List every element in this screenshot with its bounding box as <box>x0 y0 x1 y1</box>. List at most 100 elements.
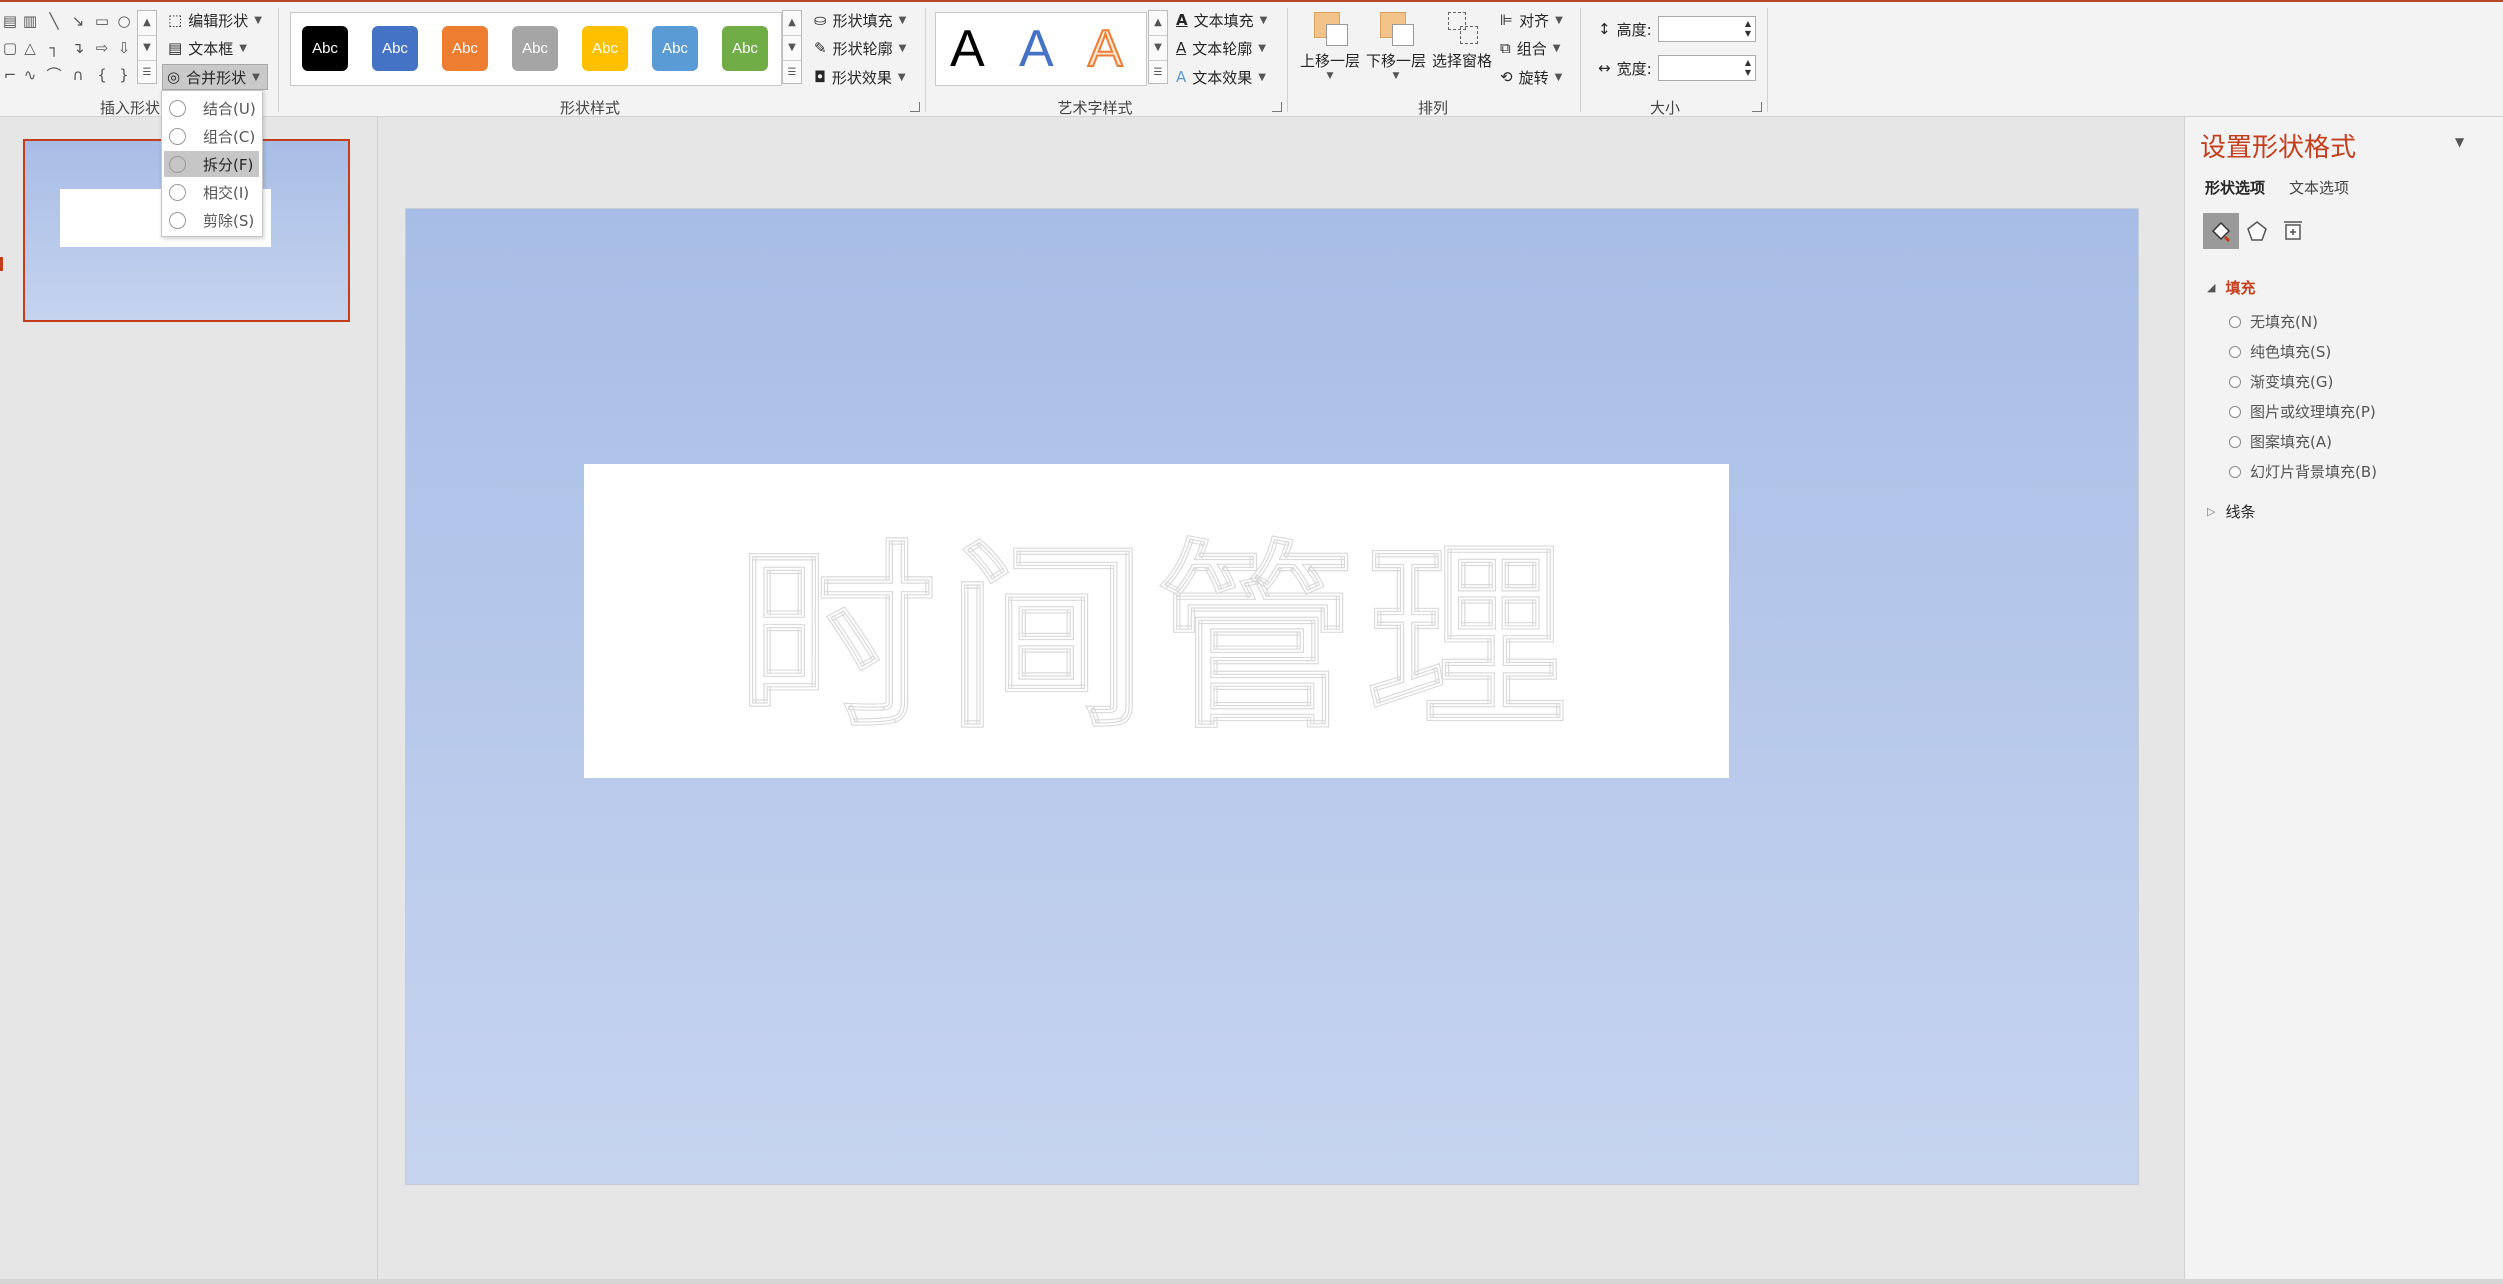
dialog-launcher-icon[interactable] <box>910 102 920 112</box>
radio-button[interactable] <box>2229 315 2241 328</box>
align-button[interactable]: ⊫ 对齐 ▼ <box>1496 7 1567 33</box>
effects-pentagon-icon[interactable] <box>2239 213 2275 249</box>
menu-item-intersect[interactable]: 相交(I) <box>164 179 259 205</box>
shape-outline-button[interactable]: ✎ 形状轮廓 ▼ <box>810 35 910 61</box>
shape-style-swatch[interactable]: Abc <box>582 26 628 71</box>
radio-picture-fill[interactable]: 图片或纹理填充(P) <box>2229 401 2376 422</box>
textbox-shape-icon[interactable]: ▤ <box>0 10 20 32</box>
left-brace-shape-icon[interactable]: { <box>92 64 112 86</box>
radio-button[interactable] <box>2229 345 2241 358</box>
pencil-icon: ✎ <box>814 39 827 57</box>
scroll-down-icon[interactable]: ▼ <box>138 36 156 61</box>
slide-text-outline[interactable]: 时间管理 <box>584 464 1729 778</box>
selection-pane-button[interactable]: 选择窗格 <box>1430 10 1494 71</box>
menu-item-combine[interactable]: 组合(C) <box>164 123 259 149</box>
shape-fill-button[interactable]: ⛀ 形状填充 ▼ <box>810 7 910 33</box>
scroll-up-icon[interactable]: ▲ <box>783 11 801 36</box>
wordart-sample[interactable]: A <box>950 21 985 77</box>
gallery-more-icon[interactable]: ☰ <box>138 61 156 85</box>
vertical-textbox-shape-icon[interactable]: ▥ <box>20 10 40 32</box>
text-fill-button[interactable]: A 文本填充 ▼ <box>1172 7 1271 33</box>
group-separator <box>1767 8 1768 112</box>
arc-shape-icon[interactable]: ⌒ <box>44 64 64 86</box>
width-label: ↔ 宽度: <box>1598 59 1652 78</box>
slide-white-rectangle[interactable]: 时间管理 <box>584 464 1729 778</box>
scribble-shape-icon[interactable]: ∿ <box>20 64 40 86</box>
chevron-down-icon: ▼ <box>254 14 262 26</box>
rounded-rect-shape-icon[interactable]: ▢ <box>0 37 20 59</box>
width-input[interactable]: ▲ ▼ <box>1658 55 1756 81</box>
shape-style-swatch[interactable]: Abc <box>302 26 348 71</box>
right-arrow-shape-icon[interactable]: ⇨ <box>92 37 112 59</box>
shape-effects-button[interactable]: ◘ 形状效果 ▼ <box>810 64 910 90</box>
shape-style-swatch[interactable]: Abc <box>372 26 418 71</box>
scroll-down-icon[interactable]: ▼ <box>783 36 801 61</box>
group-button[interactable]: ⧉ 组合 ▼ <box>1496 35 1564 61</box>
radio-no-fill[interactable]: 无填充(N) <box>2229 311 2318 332</box>
curve-shape-icon[interactable]: ∩ <box>68 64 88 86</box>
radio-slide-background-fill[interactable]: 幻灯片背景填充(B) <box>2229 461 2377 482</box>
scroll-up-icon[interactable]: ▲ <box>1149 11 1167 36</box>
spinner-icon[interactable]: ▲ ▼ <box>1745 19 1751 39</box>
scroll-up-icon[interactable]: ▲ <box>138 11 156 36</box>
bring-forward-icon <box>1310 10 1350 46</box>
menu-item-fragment[interactable]: 拆分(F) <box>164 151 259 177</box>
edit-shape-button[interactable]: ⬚ 编辑形状 ▼ <box>164 7 266 33</box>
down-arrow-shape-icon[interactable]: ⇩ <box>114 37 134 59</box>
text-effects-button[interactable]: A 文本效果 ▼ <box>1172 64 1270 90</box>
elbow-connector-shape-icon[interactable]: ┐ <box>44 37 64 59</box>
shape-style-swatch[interactable]: Abc <box>722 26 768 71</box>
dialog-launcher-icon[interactable] <box>1272 102 1282 112</box>
menu-item-subtract[interactable]: 剪除(S) <box>164 207 259 233</box>
text-outline-button[interactable]: A 文本轮廓 ▼ <box>1172 35 1270 61</box>
spinner-icon[interactable]: ▲ ▼ <box>1745 58 1751 78</box>
triangle-shape-icon[interactable]: △ <box>20 37 40 59</box>
radio-button[interactable] <box>2229 405 2241 418</box>
shape-style-swatch[interactable]: Abc <box>512 26 558 71</box>
slide-canvas[interactable]: 时间管理 <box>405 208 2139 1185</box>
line-shape-icon[interactable]: ╲ <box>44 10 64 32</box>
gallery-more-icon[interactable]: ☰ <box>783 61 801 85</box>
dialog-launcher-icon[interactable] <box>1752 102 1762 112</box>
width-icon: ↔ <box>1598 59 1611 77</box>
gallery-more-icon[interactable]: ☰ <box>1149 61 1167 85</box>
freeform-shape-icon[interactable]: ⌐ <box>0 64 20 86</box>
subtract-icon <box>164 211 190 229</box>
scroll-down-icon[interactable]: ▼ <box>1149 36 1167 61</box>
radio-button[interactable] <box>2229 375 2241 388</box>
right-brace-shape-icon[interactable]: } <box>114 64 134 86</box>
bring-forward-button[interactable]: 上移一层 ▼ <box>1298 10 1362 81</box>
tab-shape-options[interactable]: 形状选项 <box>2205 177 2265 198</box>
rotate-button[interactable]: ⟲ 旋转 ▼ <box>1496 64 1566 90</box>
fill-section-header[interactable]: ◢ 填充 <box>2207 277 2255 298</box>
radio-pattern-fill[interactable]: 图案填充(A) <box>2229 431 2332 452</box>
size-properties-icon[interactable] <box>2275 213 2311 249</box>
radio-solid-fill[interactable]: 纯色填充(S) <box>2229 341 2331 362</box>
line-section-header[interactable]: ▷ 线条 <box>2207 501 2255 522</box>
wordart-sample[interactable]: A <box>1019 21 1054 77</box>
arrow-line-shape-icon[interactable]: ↘ <box>68 10 88 32</box>
shapes-gallery-scroll[interactable]: ▲ ▼ ☰ <box>137 10 157 84</box>
shape-styles-scroll[interactable]: ▲ ▼ ☰ <box>782 10 802 84</box>
radio-button[interactable] <box>2229 435 2241 448</box>
shape-style-swatch[interactable]: Abc <box>442 26 488 71</box>
tab-text-options[interactable]: 文本选项 <box>2289 177 2349 198</box>
wordart-scroll[interactable]: ▲ ▼ ☰ <box>1148 10 1168 84</box>
menu-item-union[interactable]: 结合(U) <box>164 95 259 121</box>
fill-line-icon[interactable] <box>2203 213 2239 249</box>
oval-shape-icon[interactable]: ○ <box>114 10 134 32</box>
shape-styles-gallery[interactable]: Abc Abc Abc Abc Abc Abc Abc <box>290 12 782 86</box>
pane-options-chevron-icon[interactable]: ▼ <box>2455 135 2464 149</box>
rectangle-shape-icon[interactable]: ▭ <box>92 10 112 32</box>
wordart-sample[interactable]: A <box>1087 20 1124 78</box>
wordart-styles-gallery[interactable]: A A A <box>935 12 1147 86</box>
text-box-button[interactable]: ▤ 文本框 ▼ <box>164 35 251 61</box>
radio-gradient-fill[interactable]: 渐变填充(G) <box>2229 371 2333 392</box>
elbow-arrow-shape-icon[interactable]: ↴ <box>68 37 88 59</box>
shapes-gallery[interactable]: ▤ ▥ ╲ ↘ ▭ ○ ▢ △ ┐ ↴ ⇨ ⇩ ⌐ ∿ ⌒ ∩ { } <box>0 10 135 90</box>
merge-shapes-button[interactable]: ◎ 合并形状 ▼ <box>162 64 268 90</box>
send-backward-button[interactable]: 下移一层 ▼ <box>1364 10 1428 81</box>
shape-style-swatch[interactable]: Abc <box>652 26 698 71</box>
radio-button[interactable] <box>2229 465 2241 478</box>
height-input[interactable]: ▲ ▼ <box>1658 16 1756 42</box>
